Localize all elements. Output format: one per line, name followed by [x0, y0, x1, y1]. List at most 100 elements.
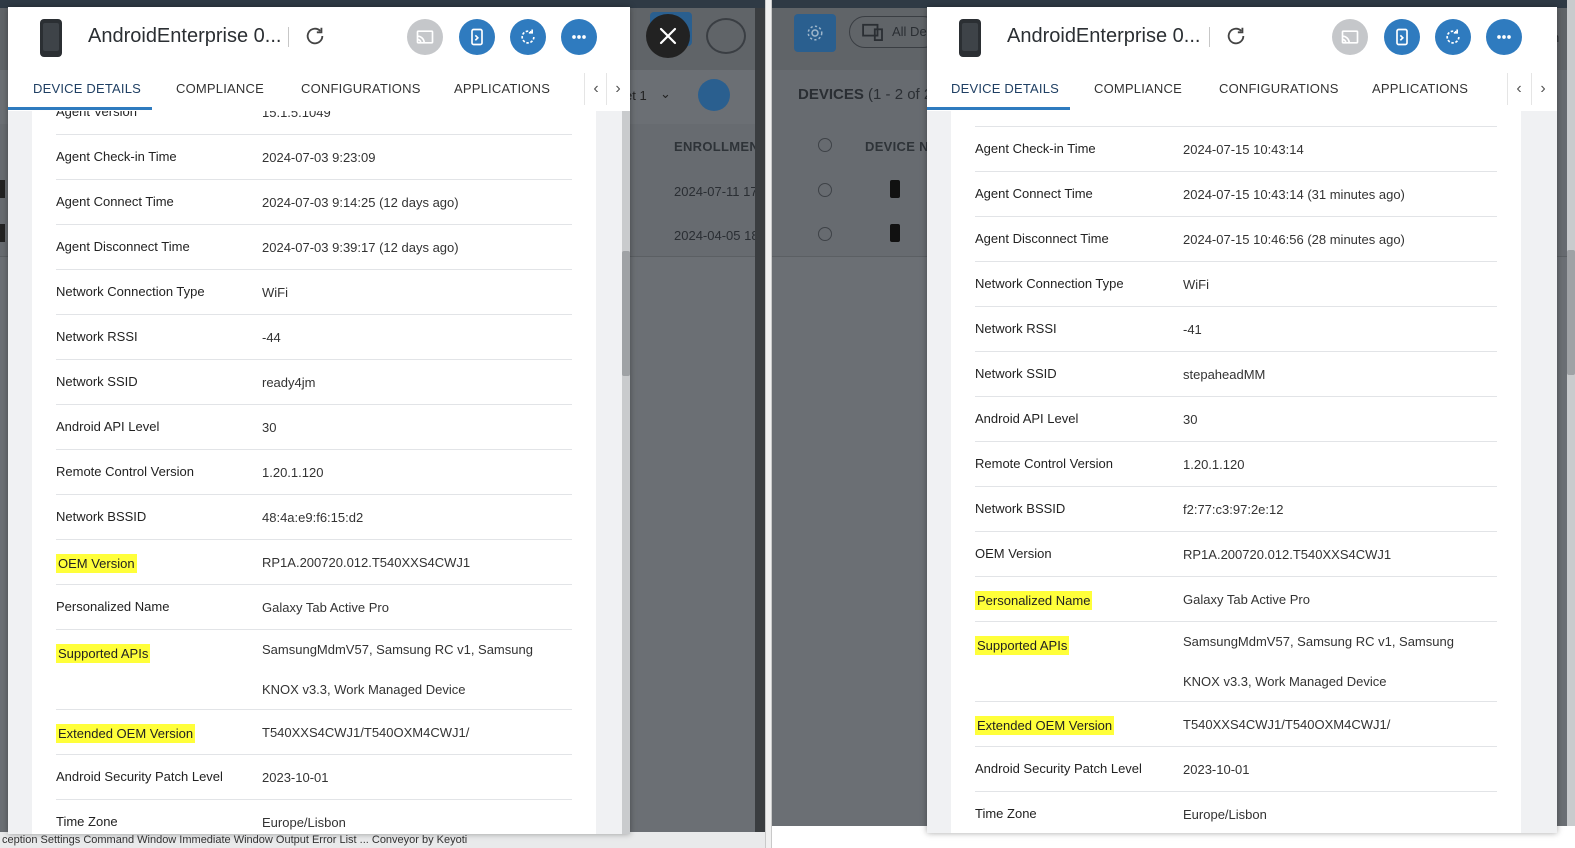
detail-label: Agent Disconnect Time — [975, 231, 1109, 246]
sync-button[interactable] — [1435, 19, 1471, 55]
panel-header: AndroidEnterprise 0... — [8, 7, 630, 67]
detail-value: WiFi — [1183, 277, 1209, 292]
scrollbar-thumb[interactable] — [1567, 250, 1575, 375]
details-scroll-area[interactable]: Agent Version 15.1.5.1049 Agent Check-in T… — [8, 111, 630, 834]
close-icon — [659, 27, 677, 45]
detail-row-network-rssi: Network RSSI -41 — [975, 307, 1497, 352]
detail-label: Network RSSI — [56, 329, 138, 344]
detail-row-oem-version: OEM Version RP1A.200720.012.T540XXS4CWJ1 — [975, 532, 1497, 577]
detail-value: -41 — [1183, 322, 1202, 337]
detail-value: T540XXS4CWJ1/T540OXM4CWJ1/ — [1183, 717, 1391, 732]
detail-value: 2024-07-03 9:14:25 (12 days ago) — [262, 195, 459, 210]
tabs-scroll-right-button[interactable]: › — [606, 73, 629, 105]
detail-row-network-bssid: Network BSSID f2:77:c3:97:2e:12 — [975, 487, 1497, 532]
remote-control-button[interactable] — [1384, 19, 1420, 55]
row-checkbox[interactable] — [818, 183, 832, 197]
tab-compliance[interactable]: COMPLIANCE — [176, 67, 264, 109]
sync-button[interactable] — [510, 19, 546, 55]
vertical-scrollbar[interactable] — [1567, 0, 1575, 826]
detail-row-network-ssid: Network SSID stepaheadMM — [975, 352, 1497, 397]
tab-device-details[interactable]: DEVICE DETAILS — [33, 67, 141, 109]
chevron-down-icon[interactable]: ⌄ — [660, 86, 671, 102]
detail-label: Android API Level — [975, 411, 1079, 426]
more-actions-button[interactable] — [1486, 19, 1522, 55]
detail-value: Europe/Lisbon — [1183, 807, 1267, 822]
detail-row-time-zone: Time Zone Europe/Lisbon — [975, 792, 1497, 833]
remote-control-icon — [1396, 28, 1408, 46]
select-all-checkbox[interactable] — [818, 138, 832, 152]
detail-row-agent-check-in-time: Agent Check-in Time 2024-07-03 9:23:09 — [56, 135, 572, 180]
settings-button[interactable] — [706, 18, 746, 54]
detail-row-remote-control-version: Remote Control Version 1.20.1.120 — [56, 450, 572, 495]
device-details-panel: AndroidEnterprise 0... DEVICE DETAILS CO… — [927, 7, 1557, 833]
detail-value: -44 — [262, 330, 281, 345]
phone-icon — [40, 19, 62, 57]
devices-title: DEVICES (1 - 2 of 2) — [798, 86, 938, 103]
detail-label: Agent Version — [56, 111, 137, 119]
all-devices-dropdown[interactable]: All De — [849, 16, 939, 48]
cast-button[interactable] — [1332, 19, 1368, 55]
tabs-scroll-left-button[interactable]: ‹ — [584, 73, 607, 105]
more-actions-button[interactable] — [561, 19, 597, 55]
tab-device-details[interactable]: DEVICE DETAILS — [951, 67, 1059, 109]
tab-configurations[interactable]: CONFIGURATIONS — [301, 67, 421, 109]
cast-button[interactable] — [407, 19, 443, 55]
detail-value: T540XXS4CWJ1/T540OXM4CWJ1/ — [262, 725, 470, 740]
detail-label: Network SSID — [975, 366, 1057, 381]
detail-row-remote-control-version: Remote Control Version 1.20.1.120 — [975, 442, 1497, 487]
detail-label: Network BSSID — [975, 501, 1066, 516]
enrollment-date: 2024-04-05 18 — [674, 228, 759, 243]
detail-label: Android API Level — [56, 419, 160, 434]
tab-compliance[interactable]: COMPLIANCE — [1094, 67, 1182, 109]
remote-control-button[interactable] — [459, 19, 495, 55]
detail-row-extended-oem-version: Extended OEM Version T540XXS4CWJ1/T540OXM… — [975, 702, 1497, 747]
detail-label: Extended OEM Version — [975, 716, 1115, 735]
scrollbar-thumb[interactable] — [622, 251, 630, 376]
all-devices-label: All De — [892, 24, 927, 39]
detail-value: 48:4a:e9:f6:15:d2 — [262, 510, 364, 525]
detail-row-network-bssid: Network BSSID 48:4a:e9:f6:15:d2 — [56, 495, 572, 540]
detail-label: Remote Control Version — [56, 464, 195, 479]
cast-icon — [1341, 30, 1359, 44]
header-divider — [288, 27, 289, 47]
details-card: Agent Version 15.1.5.1049 Agent Check-in T… — [32, 111, 596, 834]
detail-label: Remote Control Version — [975, 456, 1114, 471]
vertical-scrollbar[interactable] — [622, 111, 630, 834]
detail-row-android-security-patch-level: Android Security Patch Level 2023-10-01 — [56, 755, 572, 800]
detail-value: 15.1.5.1049 — [262, 111, 331, 120]
detail-label: Network SSID — [56, 374, 138, 389]
settings-button[interactable] — [794, 14, 836, 52]
detail-row-supported-apis: Supported APIs SamsungMdmV57, Samsung RC … — [56, 630, 572, 710]
detail-row-agent-version: Agent Version 15.1.5.1049 — [56, 111, 572, 135]
tabs-scroll-right-button[interactable]: › — [1531, 73, 1554, 105]
panel-header: AndroidEnterprise 0... — [927, 7, 1557, 67]
detail-value: Europe/Lisbon — [262, 815, 346, 830]
detail-label: Time Zone — [56, 814, 118, 829]
refresh-icon[interactable] — [304, 25, 326, 47]
chevron-right-icon: › — [1540, 80, 1546, 97]
remote-control-icon — [471, 28, 483, 46]
detail-value: 2024-07-03 9:39:17 (12 days ago) — [262, 240, 459, 255]
tabs-scroll-left-button[interactable]: ‹ — [1507, 73, 1530, 105]
detail-row-agent-connect-time: Agent Connect Time 2024-07-03 9:14:25 (12… — [56, 180, 572, 225]
detail-label: Personalized Name — [56, 599, 170, 614]
image-divider — [765, 0, 772, 848]
detail-label: Agent Check-in Time — [975, 141, 1096, 156]
tab-configurations[interactable]: CONFIGURATIONS — [1219, 67, 1339, 109]
tab-applications[interactable]: APPLICATIONS — [1372, 67, 1468, 109]
chevron-left-icon: ‹ — [1516, 80, 1522, 97]
device-title: AndroidEnterprise 0... — [1007, 25, 1201, 47]
detail-row-android-api-level: Android API Level 30 — [56, 405, 572, 450]
detail-label: OEM Version — [56, 554, 137, 573]
details-scroll-area[interactable]: Agent Check-in Time 2024-07-15 10:43:14 Ag… — [927, 111, 1557, 833]
share-button[interactable] — [698, 79, 730, 111]
detail-value: stepaheadMM — [1183, 367, 1266, 382]
refresh-icon[interactable] — [1225, 25, 1247, 47]
close-panel-button[interactable] — [646, 14, 690, 58]
tab-applications[interactable]: APPLICATIONS — [454, 67, 550, 109]
device-title: AndroidEnterprise 0... — [88, 25, 282, 47]
detail-label: Android Security Patch Level — [975, 761, 1142, 776]
detail-value: Galaxy Tab Active Pro — [262, 600, 389, 615]
row-checkbox[interactable] — [818, 227, 832, 241]
panel-tabs: DEVICE DETAILS COMPLIANCE CONFIGURATIONS… — [8, 67, 630, 112]
